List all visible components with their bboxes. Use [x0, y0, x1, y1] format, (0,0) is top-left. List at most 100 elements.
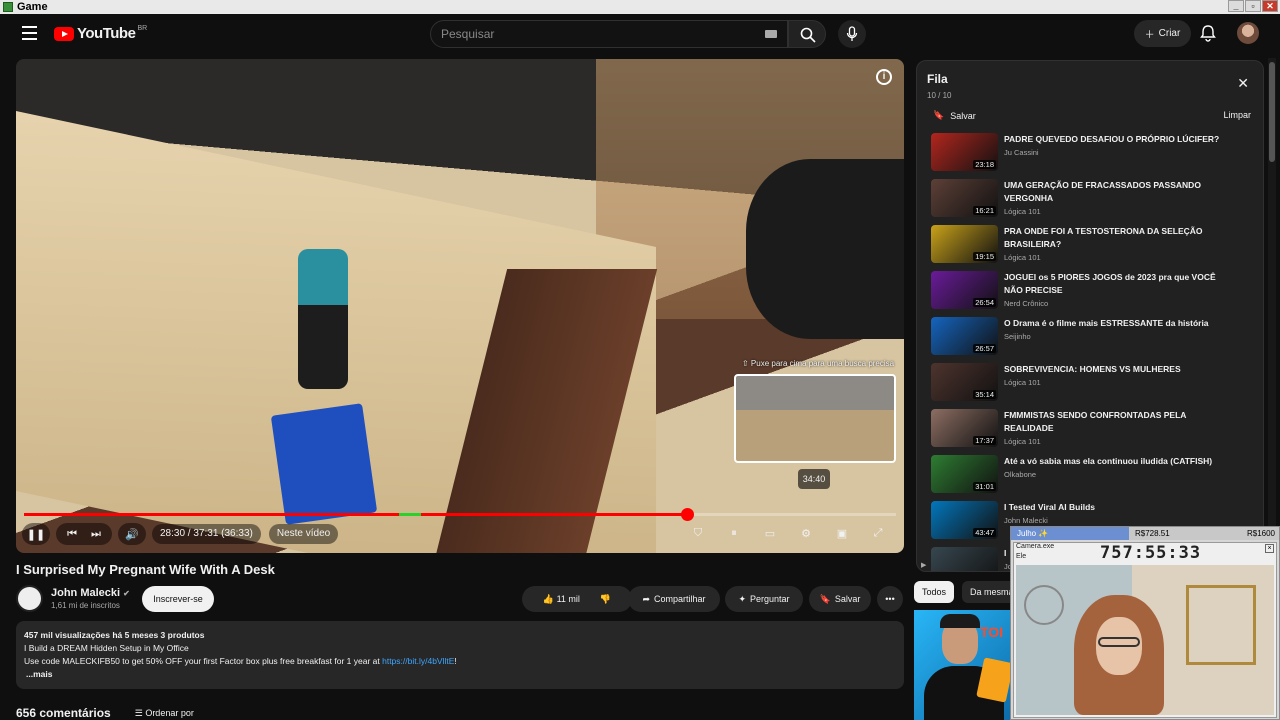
comments-header: 656 comentários ☰ Ordenar por: [16, 706, 194, 720]
queue-item-thumbnail[interactable]: 16:21: [931, 179, 998, 217]
queue-item[interactable]: 31:01 Até a vó sabia mas ela continuou il…: [917, 453, 1263, 499]
queue-item[interactable]: 17:37 FMMMISTAS SENDO CONFRONTADAS PELA R…: [917, 407, 1263, 453]
queue-item[interactable]: 26:54 JOGUEI os 5 PIORES JOGOS de 2023 pr…: [917, 269, 1263, 315]
share-label: Compartilhar: [654, 594, 706, 604]
volume-button[interactable]: 🔊: [118, 523, 146, 545]
recommended-video-thumbnail[interactable]: TOI: [914, 610, 1014, 720]
queue-item-channel[interactable]: Ju Cassini: [1004, 148, 1232, 157]
queue-item-title[interactable]: JOGUEI os 5 PIORES JOGOS de 2023 pra que…: [1004, 271, 1232, 297]
queue-item-thumbnail[interactable]: 23:18: [931, 133, 998, 171]
queue-item-channel[interactable]: Seijinho: [1004, 332, 1232, 341]
progress-scrubber[interactable]: [680, 508, 694, 521]
dislike-icon[interactable]: 👎: [600, 594, 611, 605]
video-player[interactable]: i ⇧ Puxe para cima para uma busca precis…: [16, 59, 904, 553]
subtitles-icon[interactable]: ▭: [756, 522, 784, 544]
theater-mode-icon[interactable]: ▣: [828, 522, 856, 544]
description-link[interactable]: https://bit.ly/4bVlltE: [382, 656, 454, 666]
notifications-button[interactable]: [1200, 24, 1216, 47]
queue-item[interactable]: 35:14 SOBREVIVENCIA: HOMENS VS MULHERES Ló…: [917, 361, 1263, 407]
search-button[interactable]: [788, 20, 826, 48]
page-scrollbar-thumb[interactable]: [1269, 62, 1275, 162]
queue-item-thumbnail[interactable]: 26:54: [931, 271, 998, 309]
queue-item-channel[interactable]: Lógica 101: [1004, 378, 1232, 387]
settings-icon[interactable]: ⚙: [792, 522, 820, 544]
autoplay-icon[interactable]: ⏸: [720, 522, 748, 544]
search-box: [430, 20, 788, 48]
create-button[interactable]: ＋ Criar: [1134, 20, 1191, 47]
queue-item-thumbnail[interactable]: 17:37: [931, 409, 998, 447]
queue-item-title[interactable]: UMA GERAÇÃO DE FRACASSADOS PASSANDO VERG…: [1004, 179, 1232, 205]
save-button[interactable]: 🔖 Salvar: [809, 586, 871, 612]
voice-search-button[interactable]: [838, 20, 866, 48]
queue-item-thumbnail[interactable]: 35:14: [931, 363, 998, 401]
volume-icon: 🔊: [125, 528, 139, 541]
shield-icon[interactable]: ⛉: [684, 522, 712, 544]
maximize-button[interactable]: ▫: [1245, 0, 1261, 12]
previous-icon[interactable]: ⏮: [67, 528, 77, 541]
progress-played: [24, 513, 687, 516]
show-more-button[interactable]: ...mais: [24, 668, 896, 681]
queue-item-thumbnail[interactable]: 43:47: [931, 501, 998, 539]
progress-bar[interactable]: [24, 508, 896, 521]
chapter-button[interactable]: Neste vídeo: [268, 524, 339, 544]
queue-item-title[interactable]: O Drama é o filme mais ESTRESSANTE da hi…: [1004, 317, 1232, 330]
channel-name[interactable]: John Malecki ✔: [51, 587, 130, 599]
app-icon: [3, 2, 13, 12]
camera-close-icon[interactable]: ×: [1265, 544, 1274, 553]
queue-item-thumbnail[interactable]: 31:01: [931, 455, 998, 493]
queue-item-text: PADRE QUEVEDO DESAFIOU O PRÓPRIO LÚCIFER…: [1004, 133, 1232, 157]
chip-all[interactable]: Todos: [914, 581, 955, 603]
info-icon[interactable]: i: [876, 69, 892, 85]
minimize-button[interactable]: _: [1228, 0, 1244, 12]
queue-item-title[interactable]: SOBREVIVENCIA: HOMENS VS MULHERES: [1004, 363, 1232, 376]
queue-item-thumbnail[interactable]: 37:31: [931, 547, 998, 571]
queue-item-title[interactable]: FMMMISTAS SENDO CONFRONTADAS PELA REALID…: [1004, 409, 1232, 435]
queue-item-channel[interactable]: Olkabone: [1004, 470, 1232, 479]
fullscreen-icon[interactable]: ⤢: [864, 522, 892, 544]
share-icon: ➦: [642, 593, 650, 604]
queue-item-channel[interactable]: Lógica 101: [1004, 437, 1232, 446]
queue-item[interactable]: 16:21 UMA GERAÇÃO DE FRACASSADOS PASSANDO…: [917, 177, 1263, 223]
queue-clear-button[interactable]: Limpar: [1223, 110, 1251, 120]
camera-window: Camera.exe Ele 757:55:33 ×: [1013, 542, 1277, 718]
subscribe-button[interactable]: Inscrever-se: [142, 586, 214, 612]
description-box[interactable]: 457 mil visualizações há 5 meses 3 produ…: [16, 621, 904, 689]
search-input[interactable]: [431, 21, 751, 47]
queue-item-title[interactable]: Até a vó sabia mas ela continuou iludida…: [1004, 455, 1232, 468]
queue-item-channel[interactable]: John Malecki: [1004, 516, 1232, 525]
close-window-button[interactable]: ✕: [1262, 0, 1278, 12]
queue-item-thumbnail[interactable]: 19:15: [931, 225, 998, 263]
like-dislike-group: 👍 11 mil 👎: [522, 586, 632, 612]
like-button[interactable]: 👍 11 mil: [543, 594, 580, 605]
youtube-logo[interactable]: YouTube BR: [54, 25, 147, 42]
close-queue-icon[interactable]: ✕: [1237, 75, 1249, 92]
ask-button[interactable]: ✦ Perguntar: [725, 586, 803, 612]
queue-item[interactable]: 26:57 O Drama é o filme mais ESTRESSANTE …: [917, 315, 1263, 361]
more-actions-button[interactable]: •••: [877, 586, 903, 612]
queue-item-title[interactable]: PADRE QUEVEDO DESAFIOU O PRÓPRIO LÚCIFER…: [1004, 133, 1232, 146]
channel-avatar[interactable]: [16, 585, 43, 612]
queue-item-channel[interactable]: Lógica 101: [1004, 207, 1232, 216]
rec-thumb-pack: [976, 657, 1014, 703]
queue-save-button[interactable]: 🔖 Salvar: [933, 110, 976, 121]
menu-icon[interactable]: [22, 26, 37, 44]
queue-item-title[interactable]: I Tested Viral AI Builds: [1004, 501, 1232, 514]
user-avatar[interactable]: [1237, 22, 1259, 44]
keyboard-icon[interactable]: [765, 30, 777, 38]
queue-item-duration: 19:15: [973, 252, 996, 261]
queue-item[interactable]: 19:15 PRA ONDE FOI A TESTOSTERONA DA SELE…: [917, 223, 1263, 269]
queue-item-title[interactable]: PRA ONDE FOI A TESTOSTERONA DA SELEÇÃO B…: [1004, 225, 1232, 251]
pause-icon: ❚❚: [26, 528, 46, 541]
description-line-2: Use code MALECKIFB50 to get 50% OFF your…: [24, 655, 896, 668]
sort-comments-button[interactable]: ☰ Ordenar por: [135, 708, 194, 719]
queue-item-channel[interactable]: Lógica 101: [1004, 253, 1232, 262]
queue-item-channel[interactable]: Nerd Crônico: [1004, 299, 1232, 308]
queue-item-thumbnail[interactable]: 26:57: [931, 317, 998, 355]
queue-item[interactable]: 23:18 PADRE QUEVEDO DESAFIOU O PRÓPRIO LÚ…: [917, 131, 1263, 177]
next-icon[interactable]: ⏭: [91, 528, 101, 541]
share-button[interactable]: ➦ Compartilhar: [628, 586, 720, 612]
queue-item-duration: 17:37: [973, 436, 996, 445]
player-right-controls: ⛉ ⏸ ▭ ⚙ ▣ ⤢: [684, 522, 892, 544]
video-frame-person: [746, 159, 904, 339]
pause-button[interactable]: ❚❚: [22, 523, 50, 545]
